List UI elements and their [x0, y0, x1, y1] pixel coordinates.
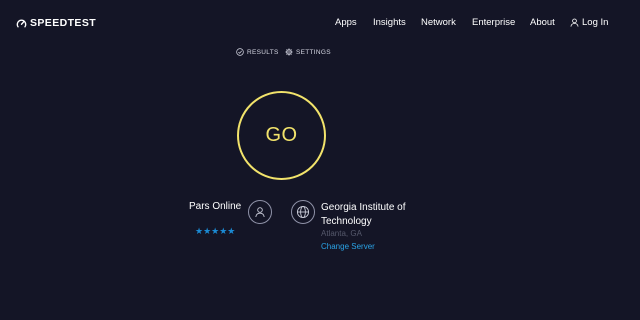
settings-link[interactable]: SETTINGS	[285, 48, 331, 56]
change-server-link[interactable]: Change Server	[321, 242, 375, 251]
check-circle-icon	[236, 48, 244, 56]
nav-insights[interactable]: Insights	[373, 17, 406, 28]
settings-label: SETTINGS	[296, 48, 331, 56]
isp-button[interactable]	[248, 200, 272, 224]
login-link[interactable]: Log In	[570, 17, 608, 28]
main-nav: Apps Insights Network Enterprise About L…	[0, 17, 640, 31]
rating-stars: ★★★★★	[195, 226, 236, 236]
nav-apps[interactable]: Apps	[335, 17, 357, 28]
results-label: RESULTS	[247, 48, 279, 56]
server-location: Atlanta, GA	[321, 229, 362, 238]
results-link[interactable]: RESULTS	[236, 48, 279, 56]
gear-icon	[285, 48, 293, 56]
user-icon	[570, 18, 579, 27]
isp-rating: ★★★★★	[195, 227, 235, 236]
person-icon	[255, 207, 265, 218]
go-label: GO	[265, 124, 298, 146]
server-name: Georgia Institute of Technology	[321, 202, 406, 227]
login-label: Log In	[582, 17, 609, 28]
isp-name: Pars Online	[189, 201, 242, 212]
nav-network[interactable]: Network	[421, 17, 456, 28]
server-button[interactable]	[291, 200, 315, 224]
globe-icon	[296, 205, 310, 219]
nav-about[interactable]: About	[530, 17, 555, 28]
header: SPEEDTEST Apps Insights Network Enterpri…	[0, 0, 640, 46]
go-button[interactable]: GO	[237, 91, 326, 180]
sub-nav: RESULTS SETTINGS	[0, 48, 640, 60]
speedtest-page: SPEEDTEST Apps Insights Network Enterpri…	[0, 0, 640, 320]
nav-enterprise[interactable]: Enterprise	[472, 17, 515, 28]
